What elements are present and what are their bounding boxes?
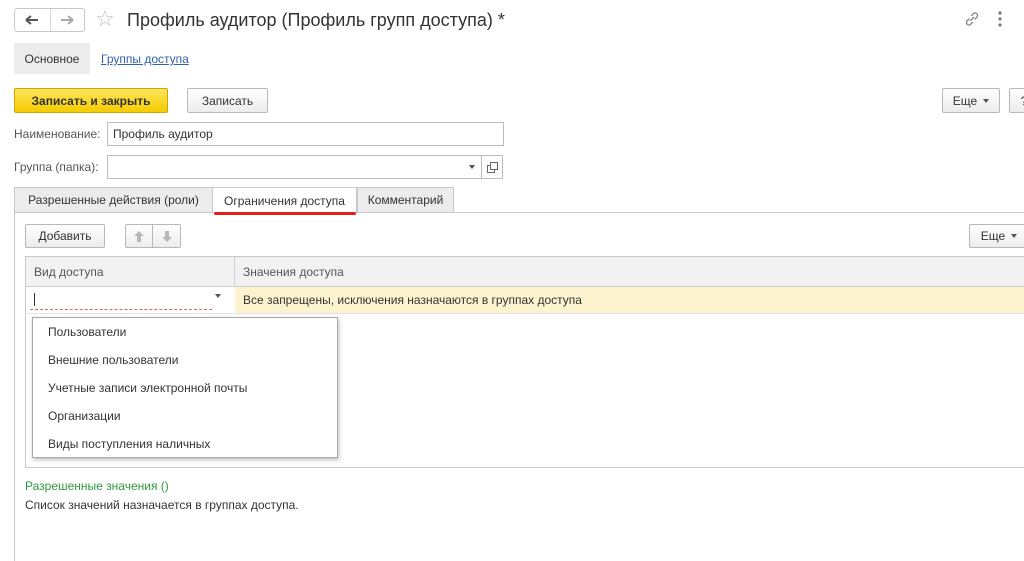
dropdown-item-email-accounts[interactable]: Учетные записи электронной почты	[33, 374, 337, 402]
group-label: Группа (папка):	[14, 160, 99, 174]
save-button[interactable]: Записать	[187, 88, 268, 113]
chevron-down-icon	[468, 165, 475, 169]
name-label: Наименование:	[14, 127, 101, 141]
navigation-buttons	[14, 8, 85, 32]
table-more-label: Еще	[980, 229, 1006, 243]
access-kind-dropdown: Пользователи Внешние пользователи Учетны…	[32, 317, 338, 458]
help-button[interactable]: ?	[1009, 88, 1024, 113]
arrow-right-icon	[61, 15, 74, 25]
link-icon[interactable]	[963, 10, 981, 31]
group-dropdown-button[interactable]	[462, 155, 482, 179]
more-button-label: Еще	[952, 93, 978, 108]
allowed-values-title: Разрешенные значения ()	[25, 479, 169, 493]
arrow-left-icon	[25, 15, 39, 25]
open-form-icon	[486, 161, 498, 173]
access-values-cell[interactable]: Все запрещены, исключения назначаются в …	[235, 287, 1024, 313]
group-open-button[interactable]	[481, 155, 503, 179]
section-main[interactable]: Основное	[14, 43, 90, 74]
group-field[interactable]	[107, 155, 463, 179]
text-cursor	[34, 293, 35, 306]
dashed-divider	[26, 467, 1024, 468]
tab-roles[interactable]: Разрешенные действия (роли)	[14, 187, 213, 213]
tab-comment[interactable]: Комментарий	[357, 187, 454, 213]
move-down-button[interactable]	[152, 224, 181, 248]
table-more-button[interactable]: Еще	[969, 224, 1024, 248]
add-button[interactable]: Добавить	[25, 224, 105, 248]
forward-button[interactable]	[49, 9, 85, 31]
column-header-access-values[interactable]: Значения доступа	[235, 257, 1024, 287]
arrow-up-icon	[134, 230, 144, 242]
page-title: Профиль аудитор (Профиль групп доступа) …	[127, 10, 505, 30]
dropdown-item-cash-receipt-kinds[interactable]: Виды поступления наличных	[33, 430, 337, 458]
more-button[interactable]: Еще	[942, 88, 1000, 113]
star-icon[interactable]: ☆	[95, 7, 115, 31]
vertical-dots-icon[interactable]	[996, 10, 1004, 31]
section-access-groups-link[interactable]: Группы доступа	[101, 52, 189, 66]
dropdown-item-external-users[interactable]: Внешние пользователи	[33, 346, 337, 374]
dropdown-item-organizations[interactable]: Организации	[33, 402, 337, 430]
back-button[interactable]	[15, 9, 50, 31]
access-kind-input[interactable]	[30, 290, 212, 310]
chevron-down-icon[interactable]	[215, 294, 221, 298]
dropdown-item-users[interactable]: Пользователи	[33, 318, 337, 346]
chevron-down-icon	[1011, 234, 1018, 238]
tab-access-restrictions[interactable]: Ограничения доступа	[212, 187, 357, 214]
save-and-close-button[interactable]: Записать и закрыть	[14, 88, 168, 113]
chevron-down-icon	[983, 98, 990, 103]
name-field[interactable]: Профиль аудитор	[107, 122, 504, 146]
column-header-access-kind[interactable]: Вид доступа	[26, 257, 235, 287]
allowed-values-description: Список значений назначается в группах до…	[25, 498, 299, 512]
arrow-down-icon	[161, 230, 172, 242]
row-divider	[26, 313, 1024, 314]
move-up-button[interactable]	[125, 224, 153, 248]
